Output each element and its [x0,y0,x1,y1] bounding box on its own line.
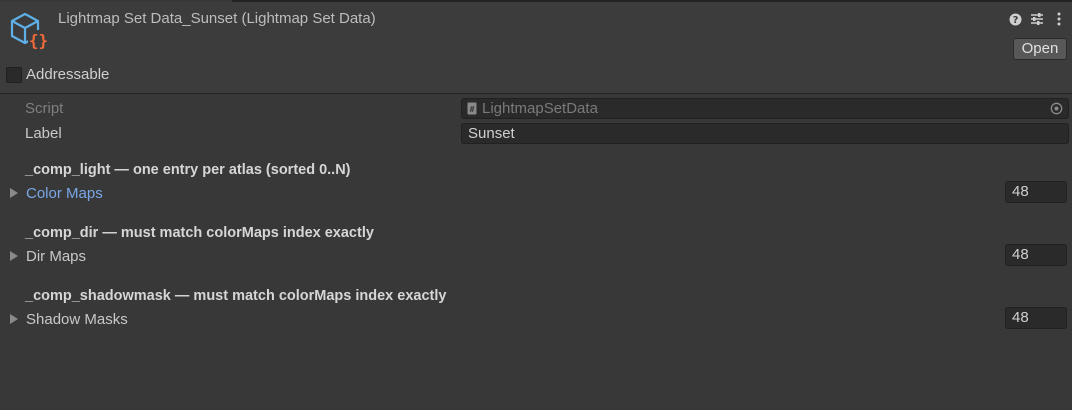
svg-text:{}: {} [29,31,48,50]
inspector-header: {} Lightmap Set Data_Sunset (Lightmap Se… [0,2,1072,94]
section-header-comp-shadowmask: _comp_shadowmask — must match colorMaps … [25,288,447,304]
color-maps-size-field[interactable]: 48 [1005,181,1067,203]
foldout-arrow-icon[interactable] [9,188,19,198]
addressable-label: Addressable [26,66,110,83]
dir-maps-size-field[interactable]: 48 [1005,244,1067,266]
svg-text:?: ? [1012,15,1018,26]
script-label: Script [25,100,64,117]
script-value: LightmapSetData [482,100,598,117]
help-icon[interactable]: ? [1008,12,1022,26]
color-maps-foldout[interactable]: Color Maps [26,185,103,202]
section-header-comp-light: _comp_light — one entry per atlas (sorte… [25,162,351,178]
shadow-masks-foldout[interactable]: Shadow Masks [26,311,128,328]
foldout-arrow-icon[interactable] [9,314,19,324]
presets-icon[interactable] [1030,12,1044,26]
more-icon[interactable] [1052,12,1066,26]
object-picker-icon[interactable] [1050,102,1063,115]
addressable-row: Addressable [6,66,109,83]
script-field[interactable]: # LightmapSetData [461,98,1069,119]
shadow-masks-size-field[interactable]: 48 [1005,307,1067,329]
foldout-arrow-icon[interactable] [9,251,19,261]
label-input[interactable]: Sunset [461,123,1069,144]
scriptable-object-icon: {} [10,12,49,50]
addressable-checkbox[interactable] [6,66,22,83]
dir-maps-foldout[interactable]: Dir Maps [26,248,86,265]
script-file-icon: # [467,102,477,115]
label-label: Label [25,125,62,142]
inspector-title: Lightmap Set Data_Sunset (Lightmap Set D… [58,10,376,27]
svg-text:#: # [470,105,475,114]
inspector-panel: {} Lightmap Set Data_Sunset (Lightmap Se… [0,0,1072,410]
section-header-comp-dir: _comp_dir — must match colorMaps index e… [25,225,374,241]
open-button[interactable]: Open [1013,38,1067,60]
header-tools: ? [1008,12,1066,26]
